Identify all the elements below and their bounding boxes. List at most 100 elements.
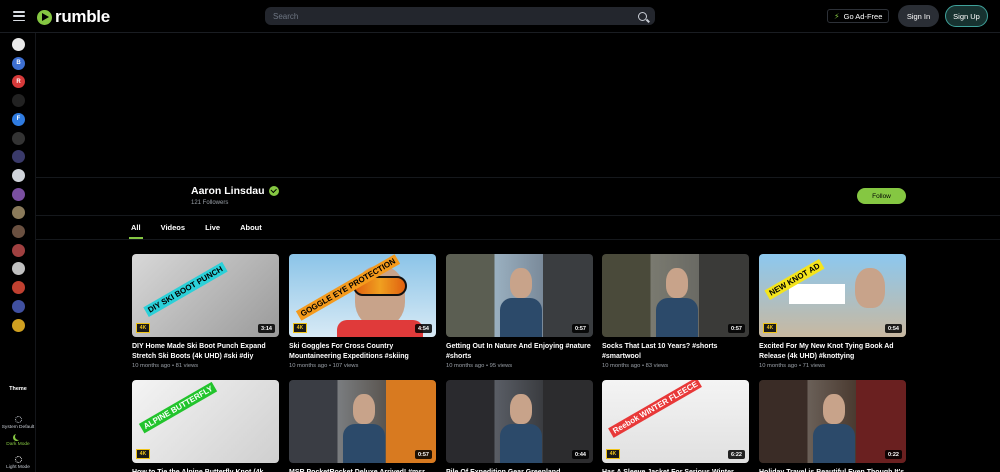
followed-channel-avatar[interactable] <box>12 262 25 276</box>
video-title[interactable]: How to Tie the Alpine Butterfly Knot (4k <box>132 468 279 472</box>
4k-badge-icon: 4K <box>606 449 620 459</box>
moon-icon <box>15 433 22 440</box>
theme-option-light-mode[interactable]: Light Mode <box>0 456 36 471</box>
followed-channel-avatar[interactable] <box>12 38 25 51</box>
video-duration: 6:22 <box>727 450 745 459</box>
followed-channel-avatar[interactable] <box>12 168 25 182</box>
tab-all[interactable]: All <box>129 217 143 239</box>
person-face-image <box>510 394 532 424</box>
video-card[interactable]: ALPINE BUTTERFLY 4K How to Tie the Alpine … <box>132 380 279 472</box>
video-card[interactable]: NEW KNOT AD 4K 0:54 Excited For My New Knot… <box>759 254 906 369</box>
followed-channel-avatar[interactable]: B <box>12 56 25 70</box>
search-bar[interactable] <box>265 7 655 25</box>
4k-badge-icon: 4K <box>293 323 307 333</box>
tab-videos[interactable]: Videos <box>161 217 185 239</box>
search-input[interactable] <box>273 11 638 21</box>
video-thumbnail[interactable]: 0:57 <box>602 254 749 337</box>
person-body-image <box>500 424 542 463</box>
followed-channel-avatar[interactable] <box>12 131 25 145</box>
video-meta: 10 months ago • 95 views <box>446 363 513 369</box>
followed-channel-avatar[interactable] <box>12 94 25 108</box>
verified-icon <box>268 186 279 196</box>
video-thumbnail[interactable]: Reebok WINTER FLEECE 4K 6:22 <box>602 380 749 463</box>
video-thumbnail[interactable]: GOGGLE EYE PROTECTION 4K 4:54 <box>289 254 436 337</box>
video-card[interactable]: 0:57 MSR PocketRocket Deluxe Arrived! #ms… <box>289 380 436 472</box>
video-meta: 10 months ago • 71 views <box>759 363 826 369</box>
video-title[interactable]: Pile Of Expedition Gear Greenland <box>446 468 593 472</box>
channel-name-text: Aaron Linsdau <box>191 185 265 197</box>
video-title[interactable]: Socks That Last 10 Years? #shorts #smart… <box>602 342 749 361</box>
followed-channel-avatar[interactable] <box>12 281 25 295</box>
video-card[interactable]: 0:57 Getting Out In Nature And Enjoying #… <box>446 254 593 369</box>
rumble-logo-icon <box>37 9 52 25</box>
follow-button[interactable]: Follow <box>857 188 906 204</box>
rumble-logo[interactable]: rumble <box>37 7 110 27</box>
channel-name[interactable]: Aaron Linsdau <box>191 185 279 197</box>
theme-option-label: System Default <box>1 425 35 430</box>
video-thumbnail[interactable]: 0:22 <box>759 380 906 463</box>
video-title[interactable]: MSR PocketRocket Deluxe Arrived! #msr <box>289 468 436 472</box>
go-ad-free-button[interactable]: ⚡ Go Ad-Free <box>827 9 890 23</box>
follower-count: 121 Followers <box>191 200 229 206</box>
person-face-image <box>510 268 532 298</box>
video-title[interactable]: Holiday Travel is Beautiful Even Though … <box>759 468 906 472</box>
video-thumbnail[interactable]: NEW KNOT AD 4K 0:54 <box>759 254 906 337</box>
video-thumbnail[interactable]: ALPINE BUTTERFLY 4K <box>132 380 279 463</box>
theme-title: Theme <box>9 386 27 392</box>
person-face-image <box>823 394 845 424</box>
video-title[interactable]: Has A Sleeve Jacket For Serious Winter <box>602 468 749 472</box>
video-duration: 0:54 <box>884 324 902 333</box>
video-thumbnail[interactable]: 0:57 <box>446 254 593 337</box>
video-thumbnail[interactable]: 0:44 <box>446 380 593 463</box>
followed-channel-avatar[interactable] <box>12 150 25 164</box>
video-duration: 0:57 <box>727 324 745 333</box>
video-card[interactable]: 0:44 Pile Of Expedition Gear Greenland <box>446 380 593 472</box>
video-title[interactable]: Excited For My New Knot Tying Book Ad Re… <box>759 342 906 361</box>
video-title[interactable]: DIY Home Made Ski Boot Punch Expand Stre… <box>132 342 279 361</box>
followed-channel-avatar[interactable] <box>12 243 25 257</box>
red-shirt-image <box>337 320 423 337</box>
theme-option-system-default[interactable]: System Default <box>0 416 36 431</box>
video-card[interactable]: 0:57 Socks That Last 10 Years? #shorts #s… <box>602 254 749 369</box>
top-header: rumble ⚡ Go Ad-Free Sign In Sign Up <box>0 0 1000 33</box>
followed-channel-avatar[interactable] <box>12 206 25 220</box>
video-thumbnail[interactable]: 0:57 <box>289 380 436 463</box>
video-meta: 10 months ago • 83 views <box>602 363 669 369</box>
followed-channel-letter: B <box>16 60 21 67</box>
video-title[interactable]: Getting Out In Nature And Enjoying #natu… <box>446 342 593 361</box>
followed-channel-avatar[interactable] <box>12 187 25 201</box>
sign-in-button[interactable]: Sign In <box>898 5 939 27</box>
person-face-image <box>666 268 688 298</box>
person-body-image <box>500 298 542 337</box>
tab-about[interactable]: About <box>240 217 262 239</box>
channel-tabs: All Videos Live About <box>129 217 282 239</box>
thumbnail-overlay-text: Reebok WINTER FLEECE <box>608 380 703 438</box>
followed-channel-avatar[interactable] <box>12 225 25 238</box>
theme-option-dark-mode[interactable]: Dark Mode <box>0 433 36 448</box>
sign-up-button[interactable]: Sign Up <box>945 5 988 27</box>
tab-live[interactable]: Live <box>205 217 220 239</box>
video-card[interactable]: GOGGLE EYE PROTECTION 4K 4:54 Ski Goggles F… <box>289 254 436 369</box>
person-body-image <box>343 424 385 463</box>
person-body-image <box>813 424 855 463</box>
hamburger-menu-icon[interactable] <box>13 11 25 21</box>
tabs-top-divider <box>36 215 1000 216</box>
video-card[interactable]: 0:22 Holiday Travel is Beautiful Even Tho… <box>759 380 906 472</box>
theme-option-label: Dark Mode <box>6 442 30 447</box>
followed-channel-avatar[interactable]: R <box>12 75 25 89</box>
thumbnail-overlay-text: DIY SKI BOOT PUNCH <box>143 262 228 317</box>
sidebar: Theme System Default Dark Mode Light Mod… <box>0 33 36 472</box>
4k-badge-icon: 4K <box>136 323 150 333</box>
video-card[interactable]: DIY SKI BOOT PUNCH 4K 3:14 DIY Home Made Sk… <box>132 254 279 369</box>
sun-icon <box>14 416 22 423</box>
theme-option-label: Light Mode <box>6 465 30 470</box>
followed-channel-avatar[interactable] <box>12 318 25 332</box>
tabs-bottom-divider <box>36 239 1000 240</box>
video-card[interactable]: Reebok WINTER FLEECE 4K 6:22 Has A Sleeve J… <box>602 380 749 472</box>
followed-channel-avatar[interactable] <box>12 299 25 313</box>
followed-channel-avatar[interactable]: F <box>12 112 25 126</box>
search-icon[interactable] <box>638 11 647 21</box>
video-thumbnail[interactable]: DIY SKI BOOT PUNCH 4K 3:14 <box>132 254 279 337</box>
video-title[interactable]: Ski Goggles For Cross Country Mountainee… <box>289 342 436 361</box>
video-meta: 10 months ago • 107 views <box>289 363 359 369</box>
